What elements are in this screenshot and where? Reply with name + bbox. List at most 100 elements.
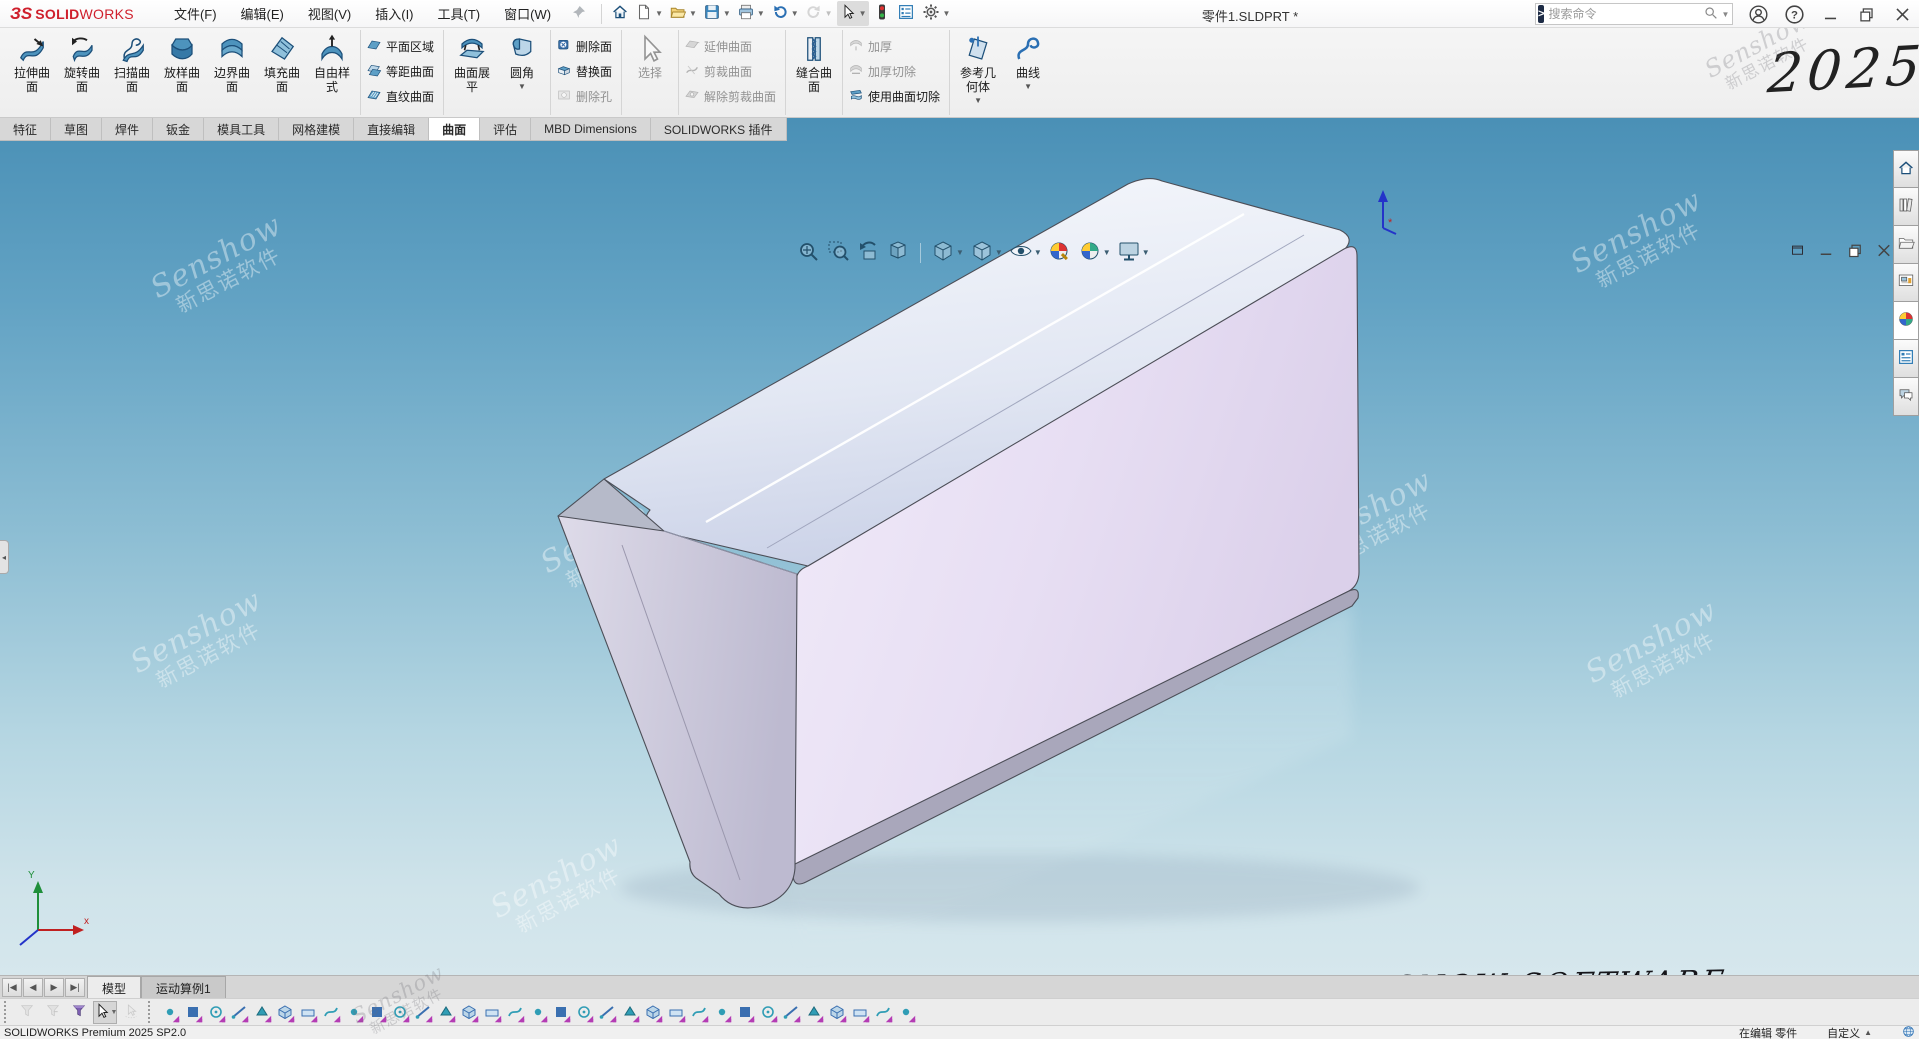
ribbon-button-surf-fill[interactable]: 填充曲面: [257, 30, 307, 112]
snap-quadrant-button[interactable]: [319, 1001, 342, 1024]
snap-anchor-button[interactable]: [388, 1001, 411, 1024]
tab-2[interactable]: 焊件: [102, 118, 153, 140]
menu-item-3[interactable]: 插入(I): [363, 0, 425, 28]
tab-1[interactable]: 草图: [51, 118, 102, 140]
snap-hatch-button[interactable]: [526, 1001, 549, 1024]
model-tab-nav-previous[interactable]: ◀: [23, 978, 43, 997]
chevron-down-icon[interactable]: ▼: [655, 9, 663, 18]
chevron-down-icon[interactable]: ▼: [1024, 82, 1032, 91]
snap-angle-button[interactable]: [664, 1001, 687, 1024]
snap-measure-button[interactable]: [641, 1001, 664, 1024]
chevron-down-icon[interactable]: ▼: [518, 82, 526, 91]
home-button[interactable]: [609, 1, 631, 26]
snap-corner-button[interactable]: [434, 1001, 457, 1024]
snap-flag-left-button[interactable]: [871, 1001, 894, 1024]
snap-pattern-button[interactable]: [687, 1001, 710, 1024]
snap-box-button[interactable]: [296, 1001, 319, 1024]
chevron-down-icon[interactable]: ▼: [1103, 248, 1111, 257]
snap-label-button[interactable]: [756, 1001, 779, 1024]
ribbon-button-surf-extrude[interactable]: 拉伸曲面: [7, 30, 57, 112]
chevron-down-icon[interactable]: ▼: [689, 9, 697, 18]
menu-item-2[interactable]: 视图(V): [296, 0, 363, 28]
snap-magnifier-button[interactable]: [595, 1001, 618, 1024]
zoom-fit-button[interactable]: [795, 238, 821, 267]
chevron-down-icon[interactable]: ▼: [111, 1009, 118, 1016]
customize-menu[interactable]: 自定义 ▲: [1827, 1025, 1872, 1039]
edit-appearance-button[interactable]: [1047, 238, 1073, 267]
snap-palette-button[interactable]: [848, 1001, 871, 1024]
taskpane-tab-file-explorer[interactable]: [1893, 226, 1919, 264]
toolbar-drag-handle[interactable]: [4, 1001, 10, 1023]
search-input[interactable]: [1548, 7, 1703, 21]
ribbon-button-surfcut[interactable]: 使用曲面切除: [846, 84, 946, 109]
snap-intersection-button[interactable]: [227, 1001, 250, 1024]
taskpane-tab-solidworks-forum[interactable]: [1893, 378, 1919, 416]
featuremanager-collapse-tab[interactable]: ◂: [0, 540, 9, 574]
taskpane-tab-design-library[interactable]: [1893, 188, 1919, 226]
tab-6[interactable]: 直接编辑: [354, 118, 429, 140]
snap-midpoint-button[interactable]: [181, 1001, 204, 1024]
snap-layout-button[interactable]: [503, 1001, 526, 1024]
ribbon-button-planar[interactable]: 平面区域: [364, 34, 440, 59]
options-list-button[interactable]: [895, 1, 917, 26]
filter-faces-button[interactable]: [67, 1001, 91, 1024]
ribbon-button-ruled[interactable]: 直纹曲面: [364, 84, 440, 109]
restore-button[interactable]: [1855, 3, 1877, 25]
ribbon-button-surf-loft[interactable]: 放样曲面: [157, 30, 207, 112]
snap-root-button[interactable]: [549, 1001, 572, 1024]
display-style-button[interactable]: ▼: [969, 238, 1004, 267]
viewport-minimize-button[interactable]: [1817, 242, 1835, 258]
snap-counter-button[interactable]: [572, 1001, 595, 1024]
select-button[interactable]: ▼: [837, 1, 869, 26]
view-orientation-button[interactable]: ▼: [930, 238, 965, 267]
ribbon-button-surf-sweep[interactable]: 扫描曲面: [107, 30, 157, 112]
hide-show-items-button[interactable]: ▼: [1008, 238, 1043, 267]
snap-text-button[interactable]: [618, 1001, 641, 1024]
chevron-down-icon[interactable]: ▼: [1142, 248, 1150, 257]
snap-section-button[interactable]: [710, 1001, 733, 1024]
tab-4[interactable]: 模具工具: [204, 118, 279, 140]
chevron-down-icon[interactable]: ▼: [791, 9, 799, 18]
snap-push-left-button[interactable]: [802, 1001, 825, 1024]
ribbon-button-knit[interactable]: 缝合曲面: [789, 30, 839, 112]
snap-push-right-button[interactable]: [825, 1001, 848, 1024]
ribbon-button-fillet[interactable]: 圆角▼: [497, 30, 547, 112]
view-settings-button[interactable]: ▼: [1116, 238, 1151, 267]
tab-10[interactable]: SOLIDWORKS 插件: [651, 118, 787, 140]
taskpane-tab-appearances-scenes[interactable]: [1893, 302, 1919, 340]
chevron-down-icon[interactable]: ▼: [943, 9, 951, 18]
minimize-button[interactable]: [1819, 3, 1841, 25]
menu-item-4[interactable]: 工具(T): [426, 0, 493, 28]
tab-8[interactable]: 评估: [480, 118, 531, 140]
previous-view-button[interactable]: [855, 238, 881, 267]
ribbon-button-curve[interactable]: 曲线▼: [1003, 30, 1053, 112]
model-tab-0[interactable]: 模型: [87, 976, 141, 998]
tab-9[interactable]: MBD Dimensions: [531, 118, 651, 140]
new-document-button[interactable]: ▼: [633, 1, 665, 26]
open-button[interactable]: ▼: [667, 1, 699, 26]
tab-0[interactable]: 特征: [0, 118, 51, 140]
snap-line-button[interactable]: [250, 1001, 273, 1024]
taskpane-tab-custom-properties[interactable]: [1893, 340, 1919, 378]
snap-surface-button[interactable]: [365, 1001, 388, 1024]
snap-pie-button[interactable]: [779, 1001, 802, 1024]
search-submit[interactable]: ▼: [1703, 5, 1729, 24]
user-account-icon[interactable]: [1747, 3, 1769, 25]
ribbon-button-refgeo[interactable]: 参考几何体▼: [953, 30, 1003, 112]
pin-menu-icon[interactable]: [571, 4, 587, 23]
rebuild-traffic-light-button[interactable]: [871, 1, 893, 26]
viewport-close-button[interactable]: [1875, 242, 1893, 258]
menu-item-5[interactable]: 窗口(W): [492, 0, 563, 28]
snap-pin-button[interactable]: [733, 1001, 756, 1024]
settings-gear-button[interactable]: ▼: [919, 0, 953, 27]
ribbon-button-flatten[interactable]: 曲面展平: [447, 30, 497, 112]
model-tab-nav-last[interactable]: ▶|: [65, 978, 85, 997]
tab-3[interactable]: 钣金: [153, 118, 204, 140]
section-view-button[interactable]: [885, 238, 911, 267]
snap-plane-button[interactable]: [273, 1001, 296, 1024]
snap-axis-button[interactable]: [457, 1001, 480, 1024]
viewport-restore-button[interactable]: [1846, 242, 1864, 258]
apply-scene-button[interactable]: ▼: [1077, 238, 1112, 267]
ribbon-button-delface[interactable]: 删除面: [554, 34, 618, 59]
chevron-down-icon[interactable]: ▼: [995, 248, 1003, 257]
